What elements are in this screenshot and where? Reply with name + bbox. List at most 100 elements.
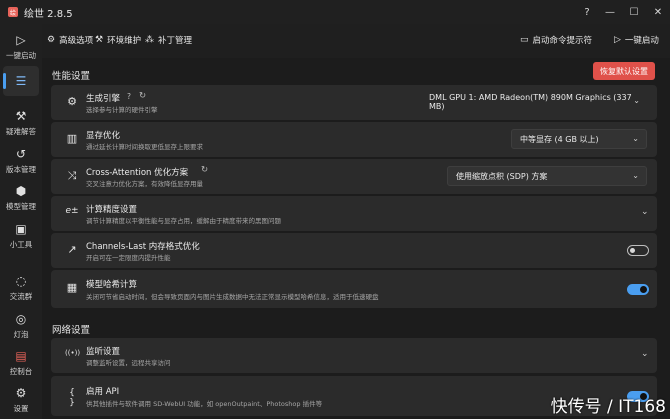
channels-last-subtitle: 开启可在一定限度内提升性能 — [86, 254, 171, 262]
sidebar-item-label: 设置 — [13, 404, 29, 413]
precision-icon: e± — [65, 206, 79, 216]
tab-advanced[interactable]: ⚙ 高级选项 — [47, 34, 93, 46]
sidebar-item-label: 模型管理 — [6, 202, 36, 211]
chevron-down-icon: ⌄ — [632, 134, 639, 143]
speed-icon: ↗ — [67, 243, 77, 256]
console-icon: ▤ — [15, 349, 27, 363]
sidebar-item-troubleshoot[interactable]: ⚒ 疑难解答 — [0, 109, 42, 137]
launch-button[interactable]: ▷ 一键启动 — [614, 34, 659, 46]
sidebar-item-community[interactable]: ◌ 交流群 — [0, 274, 42, 302]
window-controls: ? — ☐ ✕ — [576, 0, 670, 24]
api-title: 启用 API — [86, 387, 120, 397]
sidebar-item-console[interactable]: ▤ 控制台 — [0, 349, 42, 377]
listen-title: 监听设置 — [86, 347, 121, 357]
table-icon: ▦ — [66, 281, 78, 294]
app-logo-icon: 绘 — [8, 7, 18, 17]
main-content: 性能设置 恢复默认设置 ⚙ 生成引擎 ? ↻ 选择参与计算的硬件引擎 DML G… — [42, 58, 670, 419]
card-engine: ⚙ 生成引擎 ? ↻ 选择参与计算的硬件引擎 DML GPU 1: AMD Ra… — [51, 85, 657, 120]
vram-title: 显存优化 — [86, 131, 121, 141]
sidebar-item-settings[interactable]: ⚙ 设置 — [0, 386, 42, 414]
console-button-label: 启动命令提示符 — [532, 36, 593, 46]
attention-select[interactable]: 使用缩放点积 (SDP) 方案 ⌄ — [447, 166, 647, 186]
close-button[interactable]: ✕ — [646, 0, 670, 24]
chevron-down-icon: ⌄ — [641, 349, 649, 359]
code-braces-icon: { } — [69, 388, 75, 408]
broadcast-icon: ((•)) — [65, 349, 81, 357]
help-icon[interactable]: ? — [127, 92, 131, 101]
sidebar-item-models[interactable]: ⬢ 模型管理 — [0, 184, 42, 212]
precision-title: 计算精度设置 — [86, 205, 138, 215]
memory-chip-icon: ▥ — [66, 132, 78, 145]
attention-subtitle: 交叉注意力优化方案，有效降低显存用量 — [86, 180, 203, 188]
tab-label: 补丁管理 — [158, 36, 193, 46]
gear-icon: ⚙ — [15, 386, 27, 400]
terminal-icon: ▭ — [520, 35, 529, 45]
tab-label: 高级选项 — [59, 36, 94, 46]
list-icon: ☰ — [15, 74, 27, 88]
card-vram: ▥ 显存优化 通过延长计算时间换取更低显存上限要求 中等显存 (4 GB 以上)… — [51, 122, 657, 157]
reset-defaults-button[interactable]: 恢复默认设置 — [593, 62, 655, 80]
refresh-icon[interactable]: ↻ — [139, 91, 146, 101]
watermark: 快传号 / IT168 — [550, 397, 666, 417]
sidebar-item-bulb[interactable]: ◎ 灯泡 — [0, 312, 42, 340]
sidebar-item-label: 灯泡 — [13, 330, 29, 339]
api-subtitle: 供其他插件与软件调用 SD-WebUI 功能，如 openOutpaint、Ph… — [86, 400, 323, 408]
listen-subtitle: 调整监听设置，远程共享访问 — [86, 359, 171, 367]
chat-icon: ◌ — [15, 274, 27, 288]
help-icon[interactable]: ? — [576, 0, 598, 24]
engine-title: 生成引擎 — [86, 94, 121, 104]
engine-gear-icon: ⚙ — [67, 95, 77, 108]
play-icon: ▷ — [614, 35, 621, 45]
sidebar-item-launch[interactable]: ▷ 一键启动 — [0, 33, 42, 61]
section-title-network: 网络设置 — [52, 325, 91, 336]
model-hash-subtitle: 关闭可节省启动时间，但会导致页面内与图片生成数据中无法正常显示模型哈希信息，适用… — [86, 293, 379, 301]
card-model-hash: ▦ 模型哈希计算 关闭可节省启动时间，但会导致页面内与图片生成数据中无法正常显示… — [51, 270, 657, 308]
sidebar-item-advanced[interactable]: ☰ — [0, 74, 42, 88]
app-title: 绘世 2.8.5 — [24, 8, 73, 20]
sidebar-item-label: 交流群 — [9, 292, 33, 301]
refresh-icon[interactable]: ↻ — [201, 165, 208, 175]
card-precision[interactable]: e± 计算精度设置 调节计算精度以平衡性能与显存占用，缓解由于精度带来的黑图问题… — [51, 196, 657, 231]
channels-last-toggle[interactable] — [627, 245, 649, 256]
tab-patches[interactable]: ⁂ 补丁管理 — [145, 34, 192, 46]
toolbox-icon: ▣ — [15, 222, 27, 236]
card-listen[interactable]: ((•)) 监听设置 调整监听设置，远程共享访问 ⌄ — [51, 338, 657, 373]
sidebar-item-label: 一键启动 — [6, 51, 36, 60]
gear-icon: ⚙ — [47, 35, 56, 45]
toggle-knob — [640, 286, 647, 293]
sidebar-item-tools[interactable]: ▣ 小工具 — [0, 222, 42, 250]
sidebar-item-label: 控制台 — [9, 367, 33, 376]
card-cross-attention: ⤨ Cross-Attention 优化方案 ↻ 交叉注意力优化方案，有效降低显… — [51, 159, 657, 194]
patch-icon: ⁂ — [145, 35, 154, 45]
chevron-down-icon: ⌄ — [641, 207, 649, 217]
console-button[interactable]: ▭ 启动命令提示符 — [520, 34, 592, 46]
engine-subtitle: 选择参与计算的硬件引擎 — [86, 106, 158, 114]
launch-button-label: 一键启动 — [624, 36, 659, 46]
vram-subtitle: 通过延长计算时间换取更低显存上限要求 — [86, 143, 203, 151]
model-hash-toggle[interactable] — [627, 284, 649, 295]
model-hash-title: 模型哈希计算 — [86, 280, 138, 290]
tools-icon: ⚒ — [15, 109, 27, 123]
tab-environment[interactable]: ⚒ 环境维护 — [95, 34, 141, 46]
sidebar: ▷ 一键启动 ☰ ⚒ 疑难解答 ↺ 版本管理 ⬢ 模型管理 ▣ 小工具 ◌ 交流… — [0, 24, 42, 419]
play-icon: ▷ — [16, 33, 26, 47]
bulb-icon: ◎ — [15, 312, 27, 326]
sidebar-item-label: 小工具 — [9, 240, 33, 249]
vram-select[interactable]: 中等显存 (4 GB 以上) ⌄ — [511, 129, 647, 149]
sidebar-item-label: 疑难解答 — [6, 127, 36, 136]
sidebar-item-versions[interactable]: ↺ 版本管理 — [0, 147, 42, 175]
shuffle-icon: ⤨ — [67, 169, 77, 182]
channels-last-title: Channels-Last 内存格式优化 — [86, 242, 200, 252]
card-channels-last: ↗ Channels-Last 内存格式优化 开启可在一定限度内提升性能 — [51, 233, 657, 268]
tab-label: 环境维护 — [107, 36, 142, 46]
minimize-button[interactable]: — — [598, 0, 622, 24]
top-nav: ⚙ 高级选项 ⚒ 环境维护 ⁂ 补丁管理 ▭ 启动命令提示符 ▷ 一键启动 — [42, 24, 670, 58]
title-bar: 绘 绘世 2.8.5 ? — ☐ ✕ — [0, 0, 670, 24]
wrench-icon: ⚒ — [95, 35, 104, 45]
maximize-button[interactable]: ☐ — [622, 0, 646, 24]
sidebar-item-label: 版本管理 — [6, 165, 36, 174]
attention-title: Cross-Attention 优化方案 — [86, 168, 189, 178]
engine-select-value: DML GPU 1: AMD Radeon(TM) 890M Graphics … — [429, 93, 632, 111]
precision-subtitle: 调节计算精度以平衡性能与显存占用，缓解由于精度带来的黑图问题 — [86, 217, 281, 225]
engine-select[interactable]: DML GPU 1: AMD Radeon(TM) 890M Graphics … — [421, 92, 647, 112]
